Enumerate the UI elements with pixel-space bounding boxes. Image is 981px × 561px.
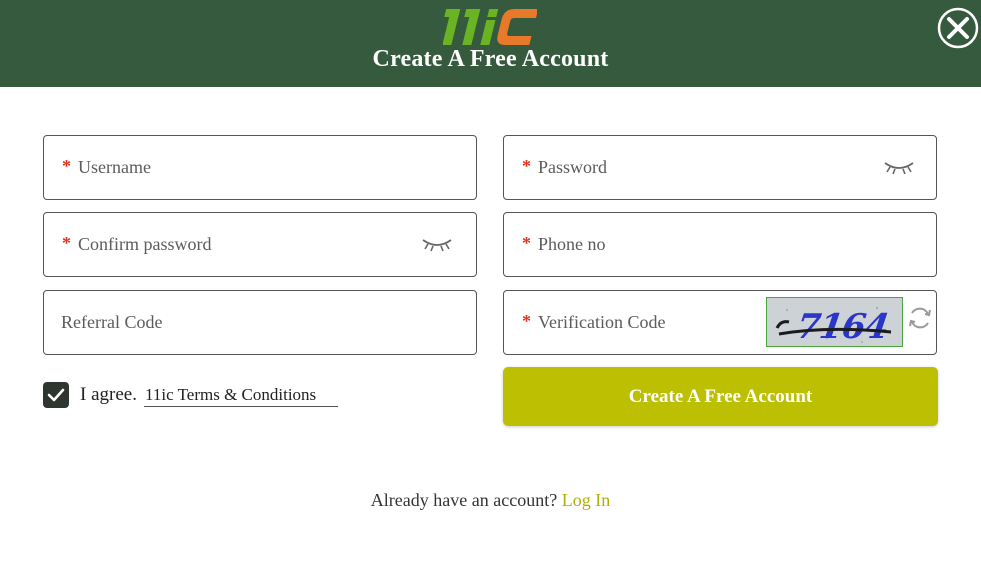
referral-code-field[interactable]: Referral Code — [43, 290, 477, 355]
brand-logo — [443, 9, 537, 45]
captcha-image: 7164 — [766, 297, 903, 347]
create-account-button[interactable]: Create A Free Account — [503, 367, 938, 426]
confirm-password-field[interactable]: * Confirm password — [43, 212, 477, 277]
phone-placeholder: Phone no — [538, 234, 606, 254]
refresh-icon[interactable] — [907, 305, 933, 331]
username-placeholder: Username — [78, 157, 151, 177]
modal-header: Create A Free Account — [0, 0, 981, 87]
checkmark-icon — [47, 388, 65, 402]
agree-label: I agree. — [80, 384, 137, 405]
login-prompt-text: Already have an account? — [370, 490, 558, 510]
page-title: Create A Free Account — [372, 46, 609, 72]
login-link[interactable]: Log In — [562, 490, 611, 510]
verification-code-field[interactable]: * Verification Code 7164 — [503, 290, 937, 355]
login-prompt: Already have an account? Log In — [0, 490, 981, 511]
agree-checkbox[interactable] — [43, 382, 69, 408]
referral-code-placeholder: Referral Code — [61, 312, 163, 332]
confirm-password-placeholder: Confirm password — [78, 234, 212, 254]
eye-closed-icon[interactable] — [420, 233, 454, 253]
required-mark: * — [522, 156, 531, 176]
eye-closed-icon[interactable] — [882, 156, 916, 176]
required-mark: * — [522, 311, 531, 331]
phone-field[interactable]: * Phone no — [503, 212, 937, 277]
required-mark: * — [522, 233, 531, 253]
required-mark: * — [62, 233, 71, 253]
captcha-text: 7164 — [794, 307, 890, 347]
username-field[interactable]: * Username — [43, 135, 477, 200]
close-icon[interactable] — [937, 7, 979, 49]
password-field[interactable]: * Password — [503, 135, 937, 200]
verification-code-placeholder: Verification Code — [538, 312, 666, 332]
required-mark: * — [62, 156, 71, 176]
terms-link[interactable]: 11ic Terms & Conditions — [144, 385, 338, 407]
password-placeholder: Password — [538, 157, 608, 177]
